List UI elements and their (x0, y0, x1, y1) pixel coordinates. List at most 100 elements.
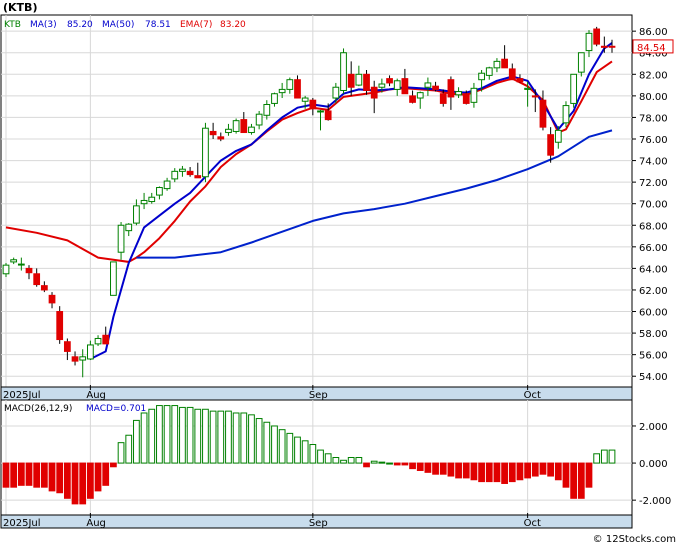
macd-bar-positive (117, 442, 125, 464)
macd-bar-positive (608, 449, 616, 464)
macd-bar-negative (40, 462, 48, 488)
macd-bar-negative (63, 462, 71, 499)
price-y-tick-label: 76.00 (639, 135, 668, 146)
macd-bar-positive (179, 406, 186, 464)
candle (562, 101, 570, 128)
candle-body-up (485, 67, 493, 76)
macd-bar-negative (393, 462, 401, 466)
price-y-tick-label: 54.00 (639, 372, 668, 383)
candle-body-down (501, 58, 508, 69)
candle (593, 26, 601, 47)
legend-ema7-value: 83.20 (220, 20, 246, 30)
candle-body-up (570, 73, 578, 104)
candle-body-up (87, 344, 94, 360)
macd-bar-negative (516, 462, 524, 481)
macd-bar-negative (577, 462, 585, 499)
candle-body-up (577, 52, 585, 73)
macd-bar-negative (531, 462, 539, 477)
candle-body-up (125, 223, 133, 232)
candle-body-up (94, 337, 102, 345)
macd-bar-negative (585, 462, 593, 488)
macd-bar-positive (125, 434, 133, 464)
macd-bar-positive (209, 410, 217, 464)
candle-body-down (294, 79, 301, 99)
candle-body-up (340, 52, 347, 91)
candle-body-down (447, 79, 455, 98)
macd-bar-negative (409, 462, 416, 470)
macd-bar-negative (562, 462, 570, 488)
macd-bar-positive (370, 460, 378, 464)
candle-body-down (508, 68, 516, 81)
macd-bar-negative (524, 462, 531, 479)
candle-body-down (432, 85, 439, 90)
candle-body-up (202, 127, 209, 178)
x-tick-label: Oct (524, 518, 541, 529)
macd-bar-negative (478, 462, 485, 483)
macd-label: MACD(26,12,9) (4, 404, 72, 414)
last-price-value: 84.54 (637, 43, 666, 54)
macd-bar-positive (148, 408, 156, 464)
macd-bar-positive (593, 453, 601, 464)
macd-value: MACD=0.701 (86, 404, 146, 414)
watermark: © 12Stocks.com (593, 534, 676, 545)
x-tick-label: 2025Jul (3, 518, 41, 529)
candle-body-up (255, 113, 263, 126)
candle-body-down (186, 170, 194, 176)
candle-body-up (424, 82, 432, 88)
macd-bar-positive (263, 421, 271, 464)
macd-bar-positive (324, 453, 332, 464)
macd-bar-positive (225, 410, 232, 464)
price-y-tick-label: 68.00 (639, 221, 668, 232)
macd-bar-positive (232, 412, 240, 464)
macd-bar-negative (110, 462, 117, 468)
candle-body-down (439, 93, 447, 104)
candle-body-up (156, 187, 163, 196)
last-price-tag: 84.54 (632, 39, 674, 54)
price-y-tick-label: 80.00 (639, 92, 668, 103)
candle-body-down (48, 294, 56, 304)
macd-bar-positive (156, 405, 163, 464)
price-y-tick-label: 60.00 (639, 308, 668, 319)
candle-body-up (416, 92, 424, 99)
candle-body-up (2, 264, 10, 275)
price-y-tick-label: 56.00 (639, 351, 668, 362)
x-tick-label: Sep (309, 390, 328, 401)
macd-bar-negative (485, 462, 493, 483)
legend-ma3-label: MA(3) (30, 20, 57, 30)
macd-bar-positive (355, 457, 363, 464)
candle-body-up (470, 87, 478, 103)
macd-bar-positive (140, 412, 148, 464)
candle-body-down (347, 73, 355, 88)
candle-body-down (600, 45, 608, 48)
price-y-tick-label: 70.00 (639, 200, 668, 211)
macd-bar-positive (386, 462, 393, 465)
candle-body-up (301, 97, 309, 102)
macd-panel (0, 399, 633, 516)
macd-bar-positive (248, 414, 255, 464)
price-legend: KTB MA(3) 85.20 MA(50) 78.51 EMA(7) 83.2… (4, 20, 246, 30)
candle-body-down (217, 136, 225, 140)
macd-bar-negative (25, 462, 33, 486)
macd-bar-negative (493, 462, 501, 483)
macd-bar-positive (271, 425, 278, 464)
macd-bar-negative (401, 462, 409, 466)
ticker-title: (KTB) (3, 1, 37, 14)
candle-body-down (194, 175, 202, 179)
macd-bar-positive (194, 408, 202, 464)
price-y-tick-label: 86.00 (639, 27, 668, 38)
candle-body-up (225, 128, 232, 134)
candle-body-up (79, 356, 87, 361)
macd-bar-negative (33, 462, 41, 488)
candle-body-down (240, 119, 248, 134)
macd-bar-positive (171, 405, 179, 464)
candle-body-down (539, 99, 547, 128)
price-y-tick-label: 66.00 (639, 243, 668, 254)
macd-bar-negative (508, 462, 516, 483)
candle-body-up (455, 91, 462, 96)
legend-ma3-value: 85.20 (67, 20, 93, 30)
macd-bar-positive (255, 418, 263, 464)
price-panel (0, 14, 633, 388)
candle-body-up (110, 261, 117, 296)
candle-body-down (309, 99, 317, 110)
legend-ma50-value: 78.51 (145, 20, 171, 30)
